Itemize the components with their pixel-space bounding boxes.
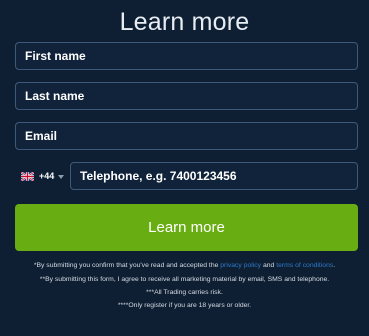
disclaimer-consent: *By submitting you confirm that you've r…: [6, 261, 363, 270]
disclaimer-consent-suffix: .: [333, 262, 336, 269]
first-name-field-wrapper: [15, 42, 358, 70]
disclaimer-consent-and: and: [261, 262, 277, 269]
chevron-down-icon: [58, 174, 65, 179]
disclaimer-risk: ***All Trading carries risk.: [146, 289, 223, 296]
disclaimer-marketing: **By submitting this form, I agree to re…: [39, 276, 330, 283]
learn-more-button[interactable]: Learn more: [15, 204, 358, 251]
telephone-field-wrapper: [70, 162, 358, 190]
uk-flag-icon: [21, 171, 34, 181]
email-field-wrapper: [15, 122, 358, 150]
telephone-field[interactable]: [80, 169, 348, 183]
last-name-field-wrapper: [15, 82, 358, 110]
form-title: Learn more: [119, 8, 250, 36]
terms-link[interactable]: terms of conditions: [276, 262, 333, 269]
country-dial-code: +44: [39, 171, 55, 181]
country-code-selector[interactable]: +44: [15, 162, 70, 190]
first-name-field[interactable]: [25, 49, 348, 63]
learn-more-form: Learn more +44 Learn more *B: [0, 0, 369, 336]
disclaimer-age: ****Only register if you are 18 years or…: [117, 302, 252, 309]
email-field[interactable]: [25, 129, 348, 143]
disclaimer-consent-prefix: *By submitting you confirm that you've r…: [33, 262, 221, 269]
phone-row: +44: [15, 162, 358, 190]
privacy-policy-link[interactable]: privacy policy: [220, 262, 261, 269]
last-name-field[interactable]: [25, 89, 348, 103]
